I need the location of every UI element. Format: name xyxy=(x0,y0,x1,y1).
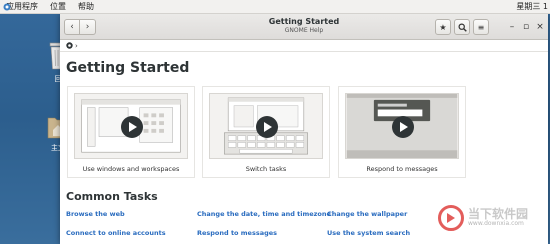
video-thumbnail xyxy=(345,93,459,159)
play-icon[interactable] xyxy=(121,116,143,138)
video-caption: Use windows and workspaces xyxy=(82,165,180,173)
watermark-text: 当下软件园 www.downxia.com xyxy=(468,207,528,228)
help-menu[interactable]: 帮助 xyxy=(72,1,100,12)
help-icon[interactable] xyxy=(66,42,73,49)
header-tools: ★ ≡ xyxy=(435,19,489,35)
video-thumbnail xyxy=(74,93,188,159)
watermark-logo-icon xyxy=(438,205,464,231)
watermark-url: www.downxia.com xyxy=(468,220,524,228)
places-menu[interactable]: 位置 xyxy=(44,1,72,12)
link-system-search[interactable]: Use the system search xyxy=(327,229,410,237)
play-icon[interactable] xyxy=(256,116,278,138)
play-icon[interactable] xyxy=(392,116,414,138)
clock[interactable]: 星期三 1 xyxy=(516,1,550,12)
navigation-buttons: ‹ › xyxy=(64,19,96,35)
top-panel: 应用程序 位置 帮助 星期三 1 xyxy=(0,0,550,14)
close-button[interactable]: × xyxy=(532,19,548,35)
video-thumbnail xyxy=(209,93,323,159)
common-tasks-heading: Common Tasks xyxy=(66,190,158,203)
watermark: 当下软件园 www.downxia.com xyxy=(438,203,550,233)
bookmark-button[interactable]: ★ xyxy=(435,19,451,35)
link-change-wallpaper[interactable]: Change the wallpaper xyxy=(327,210,407,218)
video-card-respond-messages[interactable]: Respond to messages xyxy=(338,86,466,178)
forward-button[interactable]: › xyxy=(80,19,96,35)
header-bar: ‹ › Getting Started GNOME Help ★ ≡ – ▫ × xyxy=(60,14,548,40)
search-icon xyxy=(458,23,467,32)
link-change-date-time[interactable]: Change the date, time and timezone xyxy=(197,210,331,218)
link-online-accounts[interactable]: Connect to online accounts xyxy=(66,229,166,237)
page-title: Getting Started xyxy=(66,60,190,76)
video-card-switch-tasks[interactable]: Switch tasks xyxy=(202,86,330,178)
link-respond-messages[interactable]: Respond to messages xyxy=(197,229,277,237)
applications-icon xyxy=(3,3,11,11)
breadcrumb-separator: › xyxy=(75,41,78,50)
star-icon: ★ xyxy=(439,22,447,32)
menu-button[interactable]: ≡ xyxy=(473,19,489,35)
path-bar: › xyxy=(60,40,548,52)
back-button[interactable]: ‹ xyxy=(64,19,80,35)
video-caption: Respond to messages xyxy=(366,165,438,173)
link-browse-web[interactable]: Browse the web xyxy=(66,210,125,218)
hamburger-icon: ≡ xyxy=(477,22,485,32)
video-card-windows-workspaces[interactable]: Use windows and workspaces xyxy=(67,86,195,178)
video-caption: Switch tasks xyxy=(245,165,287,173)
search-button[interactable] xyxy=(454,19,470,35)
